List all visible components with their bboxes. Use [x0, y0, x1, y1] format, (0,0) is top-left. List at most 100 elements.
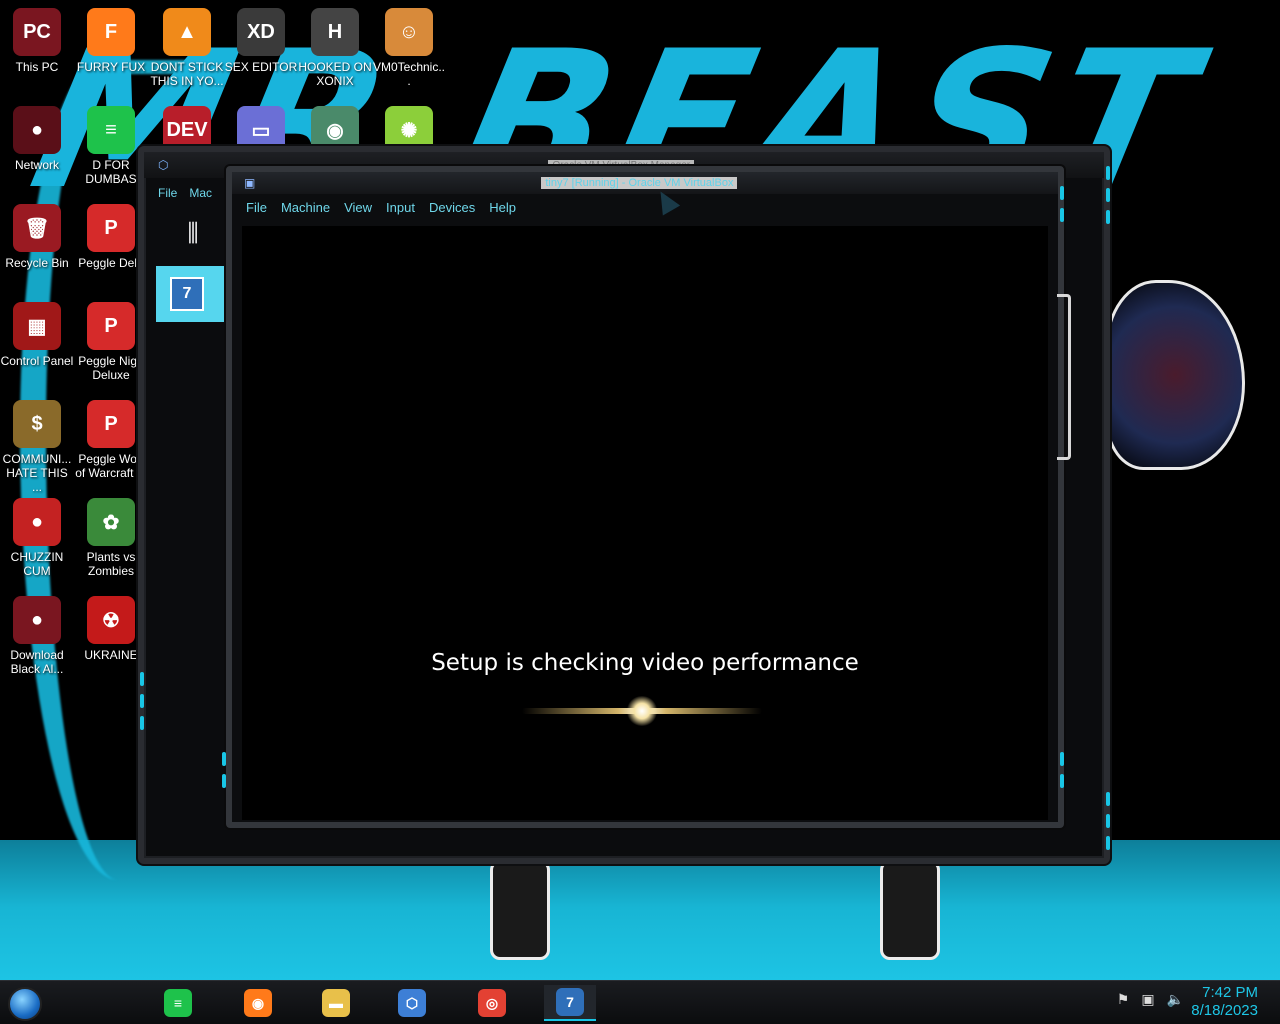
- vm-frame-studs-left: [222, 752, 230, 788]
- taskbar-chrome-button[interactable]: ◎: [466, 985, 518, 1021]
- desktop-icon-label: HOOKED ON XONIX: [298, 60, 372, 88]
- desktop-icon-label: Download Black Al...: [10, 648, 64, 676]
- manager-sidebar: ⫼ 7: [156, 210, 230, 322]
- vm-list-item[interactable]: 7: [156, 266, 230, 322]
- manager-menu-file[interactable]: File: [158, 186, 177, 200]
- app-icon: ▲: [163, 8, 211, 56]
- desktop-icon-label: FURRY FUX: [76, 60, 146, 74]
- app-icon: P: [87, 204, 135, 252]
- desktop-icon[interactable]: P Peggle Delu: [74, 204, 148, 270]
- desktop-icon[interactable]: ✿ Plants vs Zombies: [74, 498, 148, 578]
- file-explorer-icon: ▬: [322, 989, 350, 1017]
- taskbar: ≡ ◉ ▬ ⬡ ◎ 7 ⚑ ▣ 🔈 7:42 PM 8/18/2023: [0, 980, 1280, 1024]
- desktop-icon[interactable]: PC This PC: [0, 8, 74, 74]
- app-icon: H: [311, 8, 359, 56]
- wallpaper-figure: [1105, 280, 1245, 470]
- taskbar-windows7-vm-button[interactable]: 7: [544, 985, 596, 1021]
- taskbar-firefox-button[interactable]: ◉: [232, 985, 284, 1021]
- vm-display[interactable]: Setup is checking video performance: [242, 226, 1048, 820]
- desktop-icon-label: DONT STICK THIS IN YO...: [150, 60, 224, 88]
- manager-menu-machine[interactable]: Mac: [189, 186, 212, 200]
- network-icon[interactable]: ▣: [1141, 991, 1154, 1008]
- desktop-icon-label: UKRAINE: [84, 648, 138, 662]
- desktop-icon-label: Peggle Delu: [78, 256, 144, 270]
- volume-icon[interactable]: 🔈: [1167, 991, 1184, 1008]
- app-icon: ✿: [87, 498, 135, 546]
- frame-bracket: [1057, 294, 1071, 460]
- vm-menu-file[interactable]: File: [246, 200, 267, 215]
- desktop-icon-label: VM0Technic...: [372, 60, 446, 88]
- virtualbox-icon: ⬡: [398, 989, 426, 1017]
- app-icon: ●: [13, 498, 61, 546]
- desktop-icon[interactable]: ☢ UKRAINE: [74, 596, 148, 662]
- vm-menu-devices[interactable]: Devices: [429, 200, 475, 215]
- app-icon: XD: [237, 8, 285, 56]
- desktop-icon-label: Peggle Nigh Deluxe: [78, 354, 144, 382]
- flag-icon[interactable]: ⚑: [1117, 991, 1130, 1008]
- vm-menu-machine[interactable]: Machine: [281, 200, 330, 215]
- vm-title: tiny7 [Running] - Oracle VM VirtualBox: [541, 177, 738, 189]
- vm-menu-view[interactable]: View: [344, 200, 372, 215]
- desktop-icon-label: Plants vs Zombies: [86, 550, 136, 578]
- taskbar-file-explorer-button[interactable]: ▬: [310, 985, 362, 1021]
- vm-badge: 7: [182, 285, 192, 302]
- clock-date: 8/18/2023: [1191, 1002, 1258, 1019]
- taskbar-virtualbox-button[interactable]: ⬡: [386, 985, 438, 1021]
- vm-menu-help[interactable]: Help: [489, 200, 516, 215]
- desktop-icon-label: CHUZZIN CUM: [10, 550, 64, 578]
- clock-time: 7:42 PM: [1202, 984, 1258, 1001]
- app-icon: ●: [13, 106, 61, 154]
- desktop-icon[interactable]: P Peggle Worl of Warcraft ...: [74, 400, 148, 480]
- app-icon: PC: [13, 8, 61, 56]
- tools-icon[interactable]: ⫼: [173, 214, 213, 254]
- system-tray: ⚑ ▣ 🔈: [1117, 991, 1184, 1008]
- desktop-icon[interactable]: XD SEX EDITOR: [224, 8, 298, 74]
- frame-studs-left: [140, 672, 148, 730]
- vm-titlebar[interactable]: ▣ tiny7 [Running] - Oracle VM VirtualBox: [232, 172, 1058, 194]
- vm-frame-studs-right-bottom: [1060, 752, 1068, 788]
- virtualbox-icon: ⬡: [158, 158, 169, 172]
- app-icon: ☢: [87, 596, 135, 644]
- notes-app-icon: ≡: [164, 989, 192, 1017]
- firefox-icon: ◉: [244, 989, 272, 1017]
- vm-window-icon: ▣: [244, 176, 256, 190]
- desktop-icon[interactable]: ☺ VM0Technic...: [372, 8, 446, 88]
- desktop-icon[interactable]: H HOOKED ON XONIX: [298, 8, 372, 88]
- setup-status-text: Setup is checking video performance: [431, 650, 859, 676]
- frame-studs-right-top: [1106, 166, 1114, 224]
- desktop-icon[interactable]: P Peggle Nigh Deluxe: [74, 302, 148, 382]
- desktop-icon-label: D FOR DUMBAS: [85, 158, 137, 186]
- taskbar-notes-app-button[interactable]: ≡: [152, 985, 204, 1021]
- desktop-icon-label: COMMUNI... HATE THIS ...: [2, 452, 72, 494]
- app-icon: F: [87, 8, 135, 56]
- desktop-icon[interactable]: ≡ D FOR DUMBAS: [74, 106, 148, 186]
- wallpaper-leg-right: [880, 860, 940, 960]
- clock[interactable]: 7:42 PM 8/18/2023: [1191, 984, 1258, 1020]
- desktop-icon[interactable]: ▲ DONT STICK THIS IN YO...: [150, 8, 224, 88]
- desktop-icon-label: Control Panel: [0, 354, 74, 368]
- start-button[interactable]: [8, 987, 42, 1021]
- windows7-vm-icon: 7: [170, 277, 204, 311]
- desktop-icon-label: Network: [14, 158, 59, 172]
- windows7-vm-icon: 7: [556, 988, 584, 1016]
- desktop-icon-label: This PC: [15, 60, 59, 74]
- desktop-icon[interactable]: ▦ Control Panel: [0, 302, 74, 368]
- app-icon: P: [87, 302, 135, 350]
- app-icon: $: [13, 400, 61, 448]
- vm-menu-input[interactable]: Input: [386, 200, 415, 215]
- desktop-icon-label: Recycle Bin: [5, 256, 69, 270]
- desktop-icon[interactable]: $ COMMUNI... HATE THIS ...: [0, 400, 74, 494]
- wallpaper-leg-left: [490, 860, 550, 960]
- desktop-icon[interactable]: F FURRY FUX: [74, 8, 148, 74]
- desktop-icon[interactable]: ● CHUZZIN CUM: [0, 498, 74, 578]
- desktop-icon[interactable]: ● Network: [0, 106, 74, 172]
- app-icon: ☺: [385, 8, 433, 56]
- app-icon: P: [87, 400, 135, 448]
- desktop-icon[interactable]: ● Download Black Al...: [0, 596, 74, 676]
- chrome-icon: ◎: [478, 989, 506, 1017]
- vm-window[interactable]: ▣ tiny7 [Running] - Oracle VM VirtualBox…: [222, 166, 1064, 828]
- desktop-icon[interactable]: 🗑 Recycle Bin: [0, 204, 74, 270]
- desktop-icon-label: SEX EDITOR: [224, 60, 298, 74]
- desktop-icon-label: Peggle Worl of Warcraft ...: [75, 452, 147, 480]
- frame-studs-right-bottom: [1106, 792, 1114, 850]
